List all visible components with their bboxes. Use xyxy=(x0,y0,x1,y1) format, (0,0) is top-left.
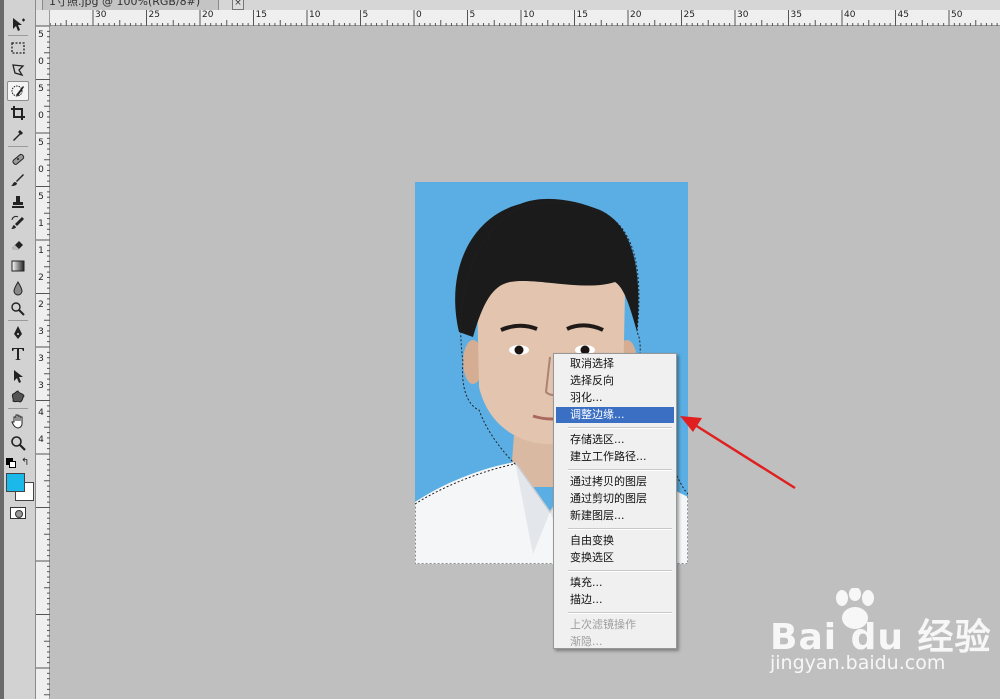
watermark: Bai du 经验 jingyan.baidu.com xyxy=(762,588,992,688)
watermark-url: jingyan.baidu.com xyxy=(770,652,946,674)
